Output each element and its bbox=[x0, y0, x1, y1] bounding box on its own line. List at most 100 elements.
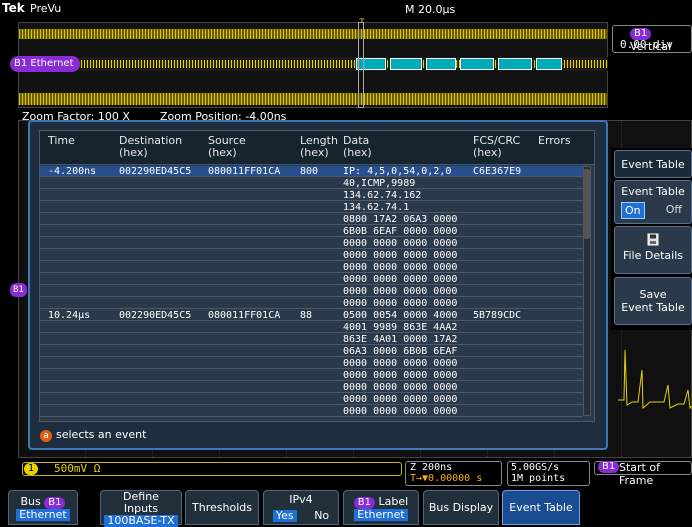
cell-data: 0000 0000 0000 0000 bbox=[343, 370, 458, 381]
cell-time: -4.200ns bbox=[48, 166, 97, 177]
cell-data: 06A3 0000 6B0B 6EAF bbox=[343, 346, 458, 357]
bus-button-label: Bus bbox=[20, 495, 41, 508]
col-time: Time bbox=[48, 135, 75, 147]
ipv4-button[interactable]: IPv4 Yes No bbox=[263, 490, 339, 525]
event-hint: a selects an event bbox=[40, 428, 146, 442]
cell-data: 863E 4A01 0000 17A2 bbox=[343, 334, 458, 345]
ipv4-label: IPv4 bbox=[289, 493, 313, 506]
col-data: Data (hex) bbox=[343, 135, 372, 159]
event-table[interactable]: Time Destination (hex) Source (hex) Length… bbox=[39, 130, 595, 422]
zoom-trigger-delay: T→▼0.00000 s bbox=[410, 473, 483, 484]
cell-src: 080011FF01CA bbox=[208, 310, 281, 321]
bus-display-label: Bus Display bbox=[428, 501, 494, 514]
overview-trace-top bbox=[19, 29, 607, 39]
save-label-2: Event Table bbox=[621, 301, 685, 314]
table-row[interactable]: 0800 17A2 06A3 0000 bbox=[40, 214, 583, 225]
zoom-scale: Z 200ns bbox=[410, 462, 453, 473]
cell-data: 134.62.74.1 bbox=[343, 202, 410, 213]
toggle-on[interactable]: On bbox=[621, 202, 645, 219]
thresholds-label: Thresholds bbox=[192, 501, 252, 514]
bus-level-marker[interactable]: B1 bbox=[10, 283, 27, 297]
col-time-label: Time bbox=[48, 134, 75, 147]
table-scrollbar[interactable] bbox=[583, 166, 591, 416]
table-row[interactable]: 134.62.74.162 bbox=[40, 190, 583, 201]
cell-data: 0000 0000 0000 0000 bbox=[343, 394, 458, 405]
col-errors-label: Errors bbox=[538, 134, 571, 147]
trigger-type: Start of Frame bbox=[619, 461, 660, 487]
tek-logo: Tek bbox=[2, 1, 25, 15]
col-fcs: FCS/CRC (hex) bbox=[473, 135, 520, 159]
sample-rate: 5.00GS/s bbox=[511, 462, 560, 473]
table-row[interactable]: 0000 0000 0000 0000 bbox=[40, 274, 583, 285]
table-row[interactable]: 10.24µs 002290ED45C5 080011FF01CA 88 0500 00… bbox=[40, 310, 583, 321]
event-table-button[interactable]: Event Table bbox=[502, 490, 580, 525]
bus-button-value: Ethernet bbox=[16, 509, 70, 521]
bus-button[interactable]: Bus B1 Ethernet bbox=[8, 490, 78, 525]
table-row[interactable]: 40,ICMP,9989 bbox=[40, 178, 583, 189]
table-row[interactable]: 0000 0000 0000 0000 bbox=[40, 262, 583, 273]
define-value: 100BASE-TX bbox=[104, 515, 178, 527]
table-row[interactable]: 0000 0000 0000 0000 bbox=[40, 370, 583, 381]
cell-data: 0800 17A2 06A3 0000 bbox=[343, 214, 458, 225]
save-event-table-button[interactable]: Save Event Table bbox=[614, 277, 692, 325]
table-row[interactable]: -4.200ns 002290ED45C5 080011FF01CA 800 IP: 4… bbox=[40, 166, 583, 177]
timebase-readout: M 20.0µs bbox=[405, 3, 456, 16]
table-row[interactable]: 0000 0000 0000 0000 bbox=[40, 286, 583, 297]
thresholds-button[interactable]: Thresholds bbox=[185, 490, 259, 525]
table-row[interactable]: 6B0B 6EAF 0000 0000 bbox=[40, 226, 583, 237]
bus-display-button[interactable]: Bus Display bbox=[423, 490, 499, 525]
cell-data: 0000 0000 0000 0000 bbox=[343, 358, 458, 369]
label-button-value: Ethernet bbox=[354, 509, 408, 521]
side-menu-title: Event Table bbox=[614, 150, 692, 178]
label-button[interactable]: B1 Label Ethernet bbox=[343, 490, 419, 525]
event-table-button-label: Event Table bbox=[509, 501, 573, 514]
table-row[interactable]: 06A3 0000 6B0B 6EAF bbox=[40, 346, 583, 357]
zoom-window-indicator[interactable] bbox=[358, 22, 364, 108]
top-status-bar bbox=[0, 0, 692, 20]
file-details-label: File Details bbox=[622, 249, 684, 262]
cell-time: 10.24µs bbox=[48, 310, 91, 321]
bus-decode-strip bbox=[18, 57, 608, 71]
channel-1-scale: 500mV Ω bbox=[54, 462, 101, 475]
acquisition-mode: PreVu bbox=[30, 2, 62, 15]
knob-a-icon: a bbox=[40, 430, 52, 442]
define-inputs-button[interactable]: Define Inputs 100BASE-TX bbox=[100, 490, 182, 527]
scroll-thumb[interactable] bbox=[584, 169, 590, 239]
table-row[interactable]: 863E 4A01 0000 17A2 bbox=[40, 334, 583, 345]
cell-len: 800 bbox=[300, 166, 319, 177]
ipv4-yes[interactable]: Yes bbox=[272, 510, 297, 522]
cell-data: 0000 0000 0000 0000 bbox=[343, 382, 458, 393]
vertical-value: 0.00 div bbox=[620, 38, 673, 51]
cell-dest: 002290ED45C5 bbox=[119, 310, 192, 321]
toggle-label: Event Table bbox=[621, 185, 685, 198]
table-row[interactable]: 134.62.74.1 bbox=[40, 202, 583, 213]
hint-text: selects an event bbox=[56, 428, 147, 441]
cell-fcs: C6E367E9 bbox=[473, 166, 522, 177]
table-row[interactable]: 4001 9989 863E 4AA2 bbox=[40, 322, 583, 333]
ipv4-no[interactable]: No bbox=[314, 510, 329, 522]
table-row[interactable]: 0000 0000 0000 0000 bbox=[40, 250, 583, 261]
event-table-toggle[interactable]: Event Table On Off bbox=[614, 180, 692, 224]
table-row[interactable]: 0000 0000 0000 0000 bbox=[40, 394, 583, 405]
bus-tag[interactable]: B1 Ethernet bbox=[10, 56, 80, 72]
cell-dest: 002290ED45C5 bbox=[119, 166, 192, 177]
cell-data: 40,ICMP,9989 bbox=[343, 178, 416, 189]
table-row[interactable]: 0000 0000 0000 0000 bbox=[40, 382, 583, 393]
save-label-1: Save bbox=[639, 288, 667, 301]
toggle-off[interactable]: Off bbox=[663, 202, 685, 219]
table-row[interactable]: 0000 0000 0000 0000 bbox=[40, 358, 583, 369]
cell-len: 88 bbox=[300, 310, 313, 321]
col-source: Source (hex) bbox=[208, 135, 246, 159]
bus-tag-id: B1 bbox=[14, 58, 28, 69]
table-row[interactable]: 0000 0000 0000 0000 bbox=[40, 238, 583, 249]
event-table-header: Time Destination (hex) Source (hex) Length… bbox=[40, 131, 594, 165]
table-row[interactable]: 0000 0000 0000 0000 bbox=[40, 298, 583, 309]
bus-tag-name: Ethernet bbox=[30, 58, 74, 69]
col-destination: Destination (hex) bbox=[119, 135, 182, 159]
cell-data: 0000 0000 0000 0000 bbox=[343, 250, 458, 261]
cell-data: 0000 0000 0000 0000 bbox=[343, 262, 458, 273]
cell-data: 0000 0000 0000 0000 bbox=[343, 406, 458, 417]
file-details-button[interactable]: File Details bbox=[614, 226, 692, 274]
col-data-unit: (hex) bbox=[343, 146, 372, 159]
table-row[interactable]: 0000 0000 0000 0000 bbox=[40, 406, 583, 417]
